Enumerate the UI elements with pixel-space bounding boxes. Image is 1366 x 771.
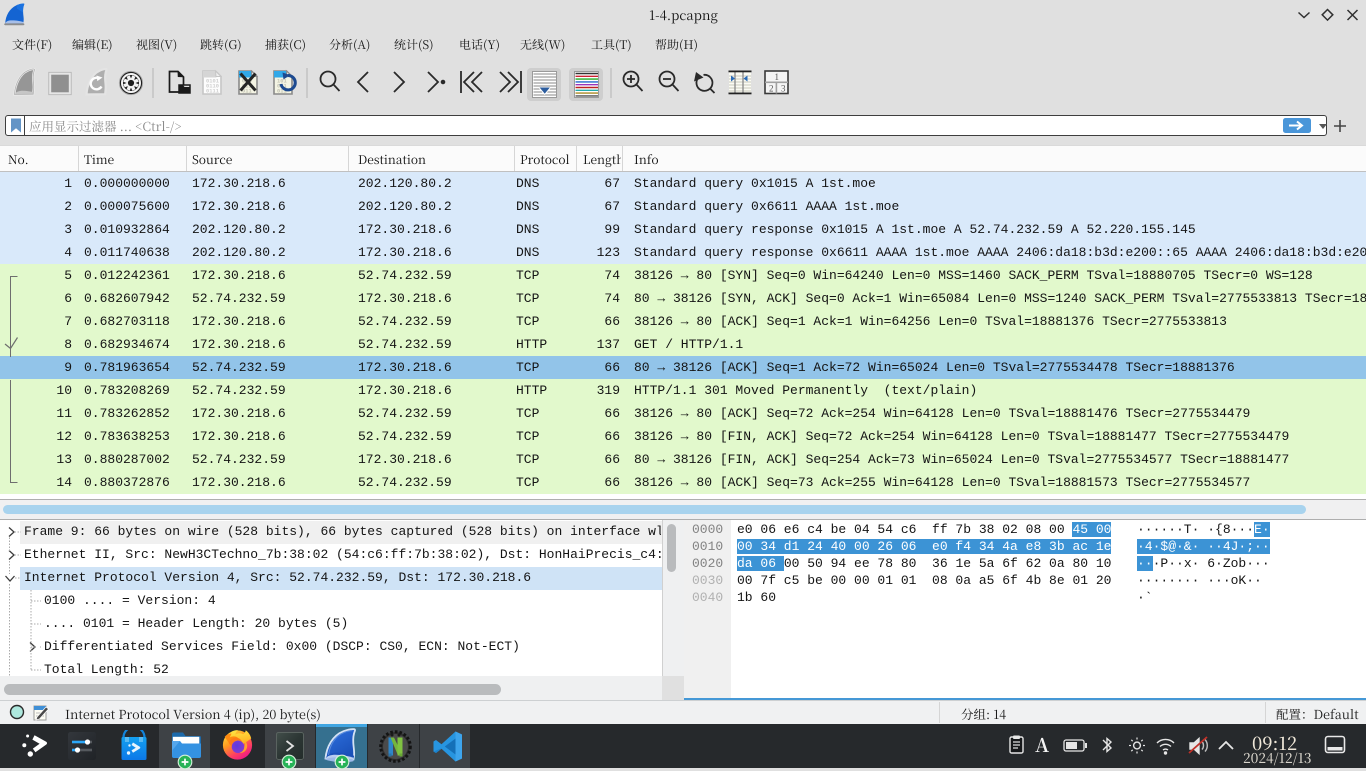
svg-text:0111: 0111 — [206, 89, 219, 95]
svg-text:2: 2 — [769, 84, 774, 94]
svg-text:3: 3 — [781, 84, 786, 94]
svg-text:1: 1 — [775, 72, 780, 82]
